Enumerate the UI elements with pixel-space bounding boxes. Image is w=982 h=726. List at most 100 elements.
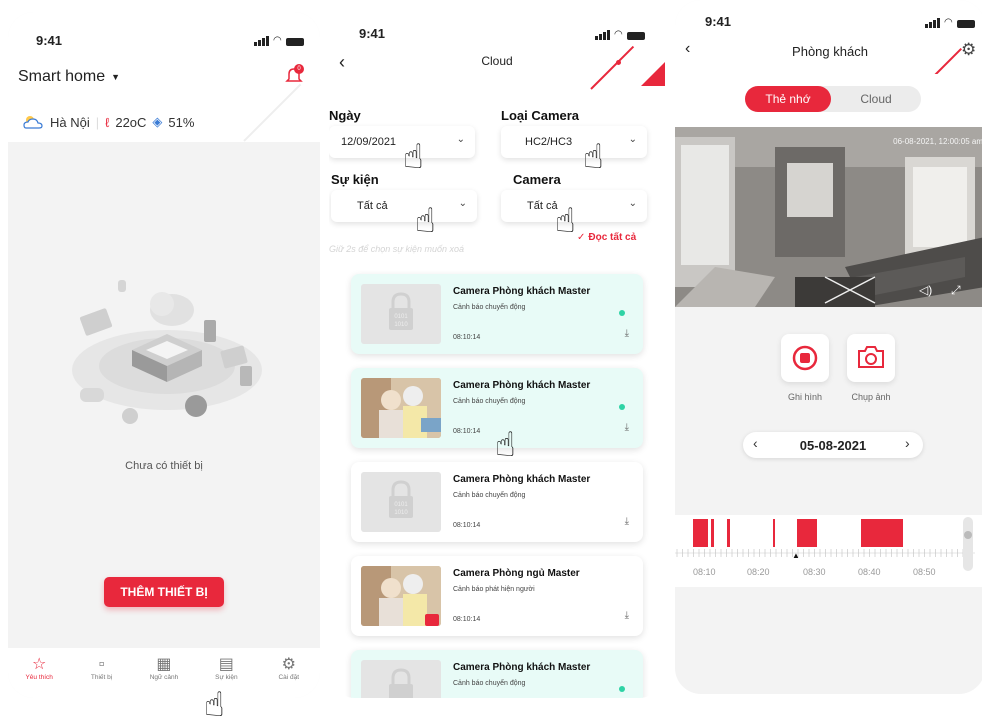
camera-playback-screen: 9:41 ◠ ‹ Phòng khách ⚙ Thẻ nhớ Cloud 06-: [675, 0, 982, 694]
touch-hand-icon: ☝: [415, 202, 436, 240]
tab-memory-card[interactable]: Thẻ nhớ: [745, 86, 831, 112]
camera-type-label: Loại Camera: [501, 108, 580, 123]
event-description: Cảnh báo phát hiện người: [453, 586, 535, 593]
download-icon[interactable]: ⤓: [625, 422, 629, 433]
download-icon[interactable]: ⤓: [625, 516, 629, 527]
record-button[interactable]: [781, 334, 829, 382]
unread-dot: [619, 686, 625, 692]
timeline-tick: 08:40: [858, 567, 881, 577]
event-card[interactable]: 0101 1010 Camera Phòng khách Master Cảnh…: [351, 462, 643, 542]
svg-text:0101: 0101: [394, 314, 408, 320]
camera-icon: [858, 346, 884, 368]
read-all-label: Đọc tất cả: [588, 232, 637, 243]
svg-text:1010: 1010: [394, 510, 408, 516]
event-title: Camera Phòng khách Master: [453, 662, 591, 673]
tab-devices[interactable]: ▫ Thiết bị: [73, 648, 131, 698]
tab-settings[interactable]: ⚙ Cài đặt: [260, 648, 318, 698]
recording-segment: [861, 519, 903, 547]
decor-dot: [616, 60, 621, 65]
recording-segment: [711, 519, 714, 547]
event-description: Cảnh báo chuyển động: [453, 680, 526, 687]
recording-segment: [693, 519, 708, 547]
notification-bell[interactable]: 0: [285, 64, 304, 84]
device-icon: ▫: [98, 656, 105, 673]
decor-triangle: [641, 62, 665, 86]
tab-label: Thiết bị: [90, 674, 113, 681]
weather-bar: Hà Nội | ℓ 22oC ◈ 51%: [22, 114, 194, 130]
signal-icon: [595, 30, 610, 40]
event-icon: ▤: [218, 656, 234, 673]
read-all-button[interactable]: ✓ Đọc tất cả: [577, 232, 636, 243]
event-time: 08:10:14: [453, 616, 481, 623]
battery-icon: [956, 20, 975, 28]
humidity-value: 51%: [168, 114, 195, 130]
video-player[interactable]: 06-08-2021, 12:00:05 am ◁) ⤢: [675, 127, 982, 307]
event-select[interactable]: Tất cả ⌄: [331, 190, 477, 222]
event-time: 08:10:14: [453, 334, 481, 341]
couple-photo-icon: [361, 378, 441, 438]
event-time: 08:10:14: [453, 522, 481, 529]
empty-state-text: Chưa có thiết bị: [125, 460, 203, 472]
city-name: Hà Nội: [50, 114, 90, 130]
battery-icon: [626, 32, 645, 40]
camera-header: [675, 0, 982, 80]
date-select[interactable]: 12/09/2021 ⌄: [329, 126, 475, 158]
home-title: Smart home: [18, 68, 106, 85]
divider: |: [95, 114, 100, 130]
download-icon[interactable]: ⤓: [625, 610, 629, 621]
recording-segment: [797, 519, 817, 547]
event-card[interactable]: Camera Phòng ngủ Master Cảnh báo phát hi…: [351, 556, 643, 636]
event-title: Camera Phòng khách Master: [453, 474, 591, 485]
event-title: Camera Phòng khách Master: [453, 286, 591, 297]
home-selector[interactable]: Smart home ▼: [18, 68, 120, 86]
event-description: Cảnh báo chuyển động: [453, 492, 526, 499]
camera-label: Camera: [513, 172, 561, 187]
tab-favorites[interactable]: ☆ Yêu thích: [10, 648, 68, 698]
playhead-icon[interactable]: ▲: [792, 551, 800, 560]
status-time: 9:41: [359, 26, 386, 41]
timeline-tick: 08:10: [693, 567, 716, 577]
couple-photo-icon: [361, 566, 441, 626]
camera-type-select[interactable]: HC2/HC3 ⌄: [501, 126, 647, 158]
svg-text:0101: 0101: [394, 502, 408, 508]
tab-cloud[interactable]: Cloud: [831, 86, 921, 112]
caret-down-icon: ▼: [111, 72, 121, 82]
download-icon[interactable]: ⤓: [625, 328, 629, 339]
event-photo-thumbnail: [361, 566, 441, 626]
next-day-button[interactable]: ›: [905, 435, 910, 451]
signal-icon: [925, 18, 940, 28]
gear-icon[interactable]: ⚙: [961, 40, 976, 60]
cloud-sun-icon: [23, 116, 43, 129]
battery-icon: [285, 38, 304, 46]
event-description: Cảnh báo chuyển động: [453, 304, 526, 311]
touch-hand-icon: ☝: [495, 426, 516, 464]
zoom-handle[interactable]: [964, 531, 972, 539]
event-label: Sự kiện: [331, 172, 379, 187]
tab-scenes[interactable]: ▦ Ngữ cảnh: [135, 648, 193, 698]
event-card[interactable]: 0101 1010 Camera Phòng khách Master Cảnh…: [351, 274, 643, 354]
page-title: Phòng khách: [792, 44, 868, 59]
chevron-down-icon: ⌄: [628, 198, 637, 209]
zoom-slider[interactable]: [963, 517, 973, 571]
snapshot-button[interactable]: [847, 334, 895, 382]
add-device-button[interactable]: THÊM THIẾT BỊ: [104, 577, 224, 607]
camera-type-value: HC2/HC3: [525, 136, 573, 148]
volume-icon[interactable]: ◁): [919, 283, 932, 297]
event-card[interactable]: Camera Phòng khách Master Cảnh báo chuyể…: [351, 650, 643, 698]
unread-dot: [619, 310, 625, 316]
notification-badge: 0: [294, 64, 304, 74]
droplet-icon: ◈: [152, 114, 163, 129]
lock-icon: [389, 668, 413, 698]
timeline-tick: 08:20: [747, 567, 770, 577]
chevron-down-icon: ⌄: [458, 198, 467, 209]
timeline[interactable]: ▲ 08:10 08:20 08:30 08:40 08:50: [675, 515, 982, 587]
event-photo-thumbnail: [361, 378, 441, 438]
signal-icon: [254, 36, 269, 46]
star-icon: ☆: [32, 656, 47, 673]
recording-segment: [727, 519, 730, 547]
fullscreen-icon[interactable]: ⤢: [951, 283, 961, 298]
event-title: Camera Phòng khách Master: [453, 380, 591, 391]
tab-label: Yêu thích: [25, 674, 53, 681]
date-value: 12/09/2021: [341, 136, 397, 148]
lock-placeholder-thumbnail: 0101 1010: [361, 284, 441, 344]
